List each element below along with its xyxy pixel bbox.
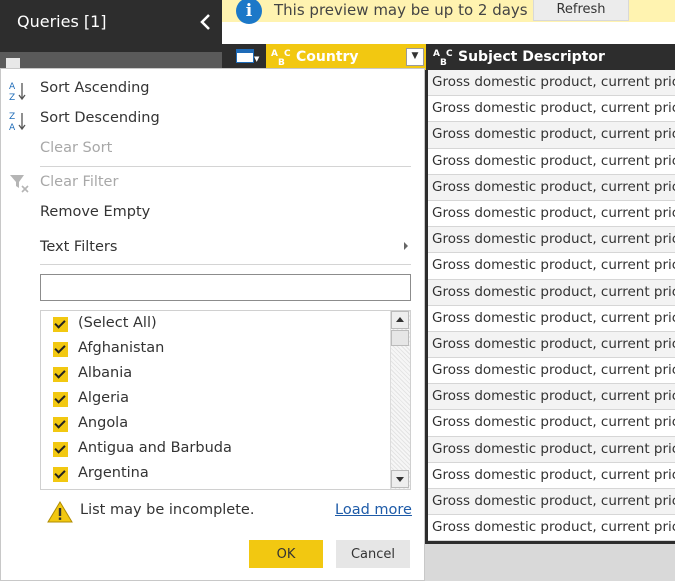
filter-value-label: Angola [78,415,129,431]
table-row[interactable]: Gross domestic product, current prices [428,384,675,411]
table-row[interactable]: Gross domestic product, current prices [428,410,675,437]
chevron-left-icon[interactable] [196,11,216,33]
menu-divider [40,264,411,265]
checkbox[interactable] [53,392,68,407]
queries-pane-title: Queries [1] [17,12,107,31]
checkbox[interactable] [53,367,68,382]
table-menu-icon[interactable] [236,49,254,63]
clear-filter-option[interactable]: Clear Filter [40,174,118,190]
table-row[interactable]: Gross domestic product, current prices [428,96,675,123]
svg-text:A: A [271,49,278,59]
scroll-down-icon[interactable] [391,470,409,488]
svg-text:A: A [433,49,440,59]
checkbox[interactable] [53,417,68,432]
table-row[interactable]: Gross domestic product, current prices [428,227,675,254]
table-cell: Gross domestic product, current prices [432,309,675,326]
text-filters-option[interactable]: Text Filters [40,239,117,255]
ok-button[interactable]: OK [249,540,323,568]
table-cell: Gross domestic product, current prices [432,74,675,90]
filter-value-label: Antigua and Barbuda [78,440,232,456]
table-cell: Gross domestic product, current prices [432,493,675,509]
filter-search-input[interactable] [40,274,411,301]
grid-rows: Gross domestic product, current prices G… [428,70,675,542]
table-cell: Gross domestic product, current prices [432,414,675,431]
table-cell: Gross domestic product, current prices [432,362,675,379]
table-cell: Gross domestic product, current prices [432,100,675,117]
text-type-icon[interactable]: A B C [432,47,454,68]
table-row[interactable]: Gross domestic product, current prices [428,515,675,542]
table-row[interactable]: Gross domestic product, current prices [428,148,675,175]
menu-divider [40,166,411,167]
checkbox[interactable] [53,442,68,457]
svg-text:Z: Z [9,112,15,122]
sort-ascending-icon: A Z [8,80,30,103]
table-cell: Gross domestic product, current prices [432,335,675,352]
filter-value-label: Afghanistan [78,340,165,356]
sort-descending-icon: Z A [8,110,30,133]
table-row[interactable]: Gross domestic product, current prices [428,462,675,489]
checkbox[interactable] [53,342,68,357]
table-cell: Gross domestic product, current prices [432,152,675,169]
table-row[interactable]: Gross domestic product, current prices [428,70,675,97]
table-cell: Gross domestic product, current prices [432,519,675,536]
column-filter-dropdown-button[interactable]: ▼ [406,48,424,66]
table-cell: Gross domestic product, current prices [432,388,675,405]
column-header-label[interactable]: Subject Descriptor [458,49,605,65]
text-type-icon[interactable]: A B C [270,47,292,68]
load-more-link[interactable]: Load more [335,502,412,518]
table-cell: Gross domestic product, current prices [432,466,675,483]
filter-value-label: Albania [78,365,133,381]
svg-text:Z: Z [9,93,15,102]
warning-icon [46,500,74,524]
checkbox[interactable] [53,467,68,482]
filter-value-label: Algeria [78,390,129,406]
table-row[interactable]: Gross domestic product, current prices [428,122,675,149]
filter-value-list: (Select All) Afghanistan Albania Algeria… [40,310,411,490]
scroll-up-icon[interactable] [391,311,409,329]
checkbox[interactable] [53,317,68,332]
refresh-button[interactable]: Refresh [533,0,629,21]
clear-filter-icon [8,172,30,194]
table-cell: Gross domestic product, current prices [432,178,675,195]
sort-descending-option[interactable]: Sort Descending [40,110,160,126]
table-row[interactable]: Gross domestic product, current prices [428,279,675,306]
filter-value-label: (Select All) [78,315,157,331]
table-row[interactable]: Gross domestic product, current prices [428,253,675,280]
scrollbar-thumb[interactable] [391,330,409,346]
table-row[interactable]: Gross domestic product, current prices [428,305,675,332]
table-row[interactable]: Gross domestic product, current prices [428,200,675,228]
table-row[interactable]: Gross domestic product, current prices [428,174,675,201]
svg-text:A: A [9,82,16,92]
cancel-button[interactable]: Cancel [336,540,410,568]
table-cell: Gross domestic product, current prices [432,126,675,143]
clear-sort-option[interactable]: Clear Sort [40,140,112,156]
svg-text:A: A [9,123,16,132]
svg-text:C: C [284,49,291,59]
column-header-label: Country [296,49,359,65]
svg-text:B: B [278,58,285,67]
table-row[interactable]: Gross domestic product, current prices [428,331,675,359]
svg-text:C: C [446,49,453,59]
incomplete-list-warning: List may be incomplete. [80,502,255,518]
svg-text:B: B [440,58,447,67]
table-cell: Gross domestic product, current prices [432,204,675,221]
preview-banner-message: This preview may be up to 2 days old. [274,1,561,19]
table-row[interactable]: Gross domestic product, current prices [428,358,675,385]
table-cell: Gross domestic product, current prices [432,257,675,274]
table-row[interactable]: Gross domestic product, current prices [428,489,675,516]
table-cell: Gross domestic product, current prices [432,231,675,248]
table-cell: Gross domestic product, current prices [432,283,675,300]
remove-empty-option[interactable]: Remove Empty [40,204,150,220]
filter-value-label: Argentina [78,465,149,481]
submenu-arrow-icon [404,242,408,250]
sort-ascending-option[interactable]: Sort Ascending [40,80,150,96]
table-cell: Gross domestic product, current prices [432,440,675,457]
table-icon [6,58,20,68]
table-row[interactable]: Gross domestic product, current prices [428,436,675,463]
chevron-down-icon[interactable]: ▼ [254,55,259,63]
